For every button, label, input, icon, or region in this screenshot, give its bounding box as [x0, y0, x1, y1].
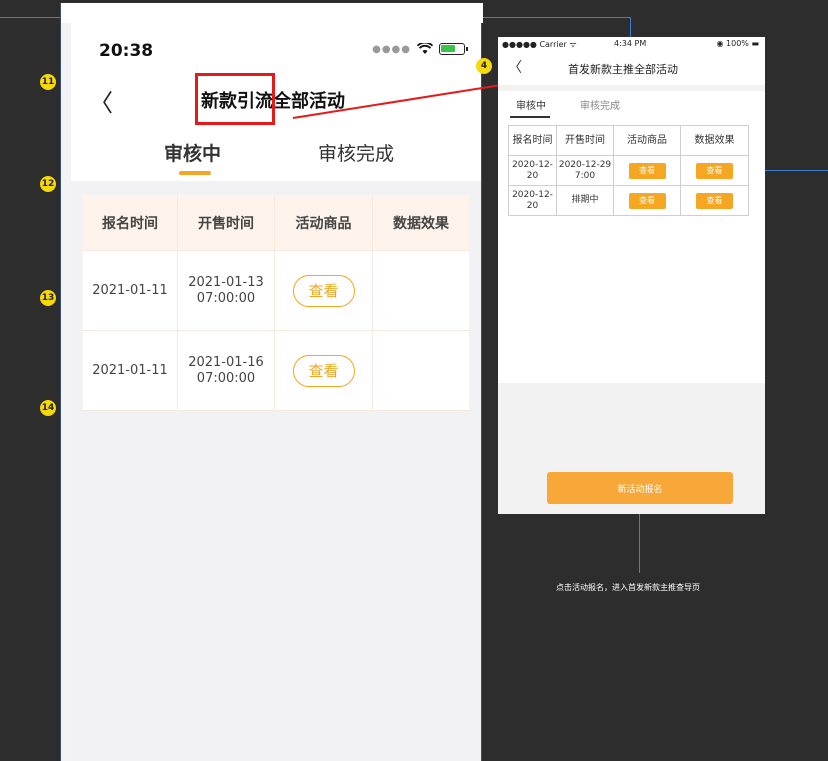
sale-date: 2021-01-16 [188, 354, 264, 370]
tab-bar: 审核中 审核完成 [71, 135, 481, 175]
annotation-marker-clipped: 4 [476, 58, 492, 74]
activity-goods-cell: 查看 [613, 185, 681, 216]
header-sale-time: 开售时间 [178, 195, 275, 250]
right-nav-bar: 〈 首发新款主推全部活动 [498, 51, 765, 85]
table-row: 2021-01-11 2021-01-13 07:00:00 查看 [83, 251, 469, 331]
header-signup-time: 报名时间 [83, 195, 178, 250]
sale-clock: 07:00:00 [196, 290, 256, 306]
table-row: 2020-12- 20 排期中 查看 查看 [508, 185, 749, 216]
battery-icon [439, 43, 468, 55]
table-header-row: 报名时间 开售时间 活动商品 数据效果 [83, 195, 469, 251]
tab-indicator [510, 116, 550, 118]
signal-icon: ●●●● [372, 43, 411, 55]
header-data-effect: 数据效果 [393, 215, 449, 232]
tab-under-review[interactable]: 审核中 [516, 97, 546, 112]
tab-review-complete[interactable]: 审核完成 [580, 97, 620, 112]
back-icon[interactable]: 〈 [508, 57, 522, 77]
view-goods-button[interactable]: 查看 [292, 274, 355, 307]
page-title: 首发新款主推全部活动 [568, 63, 678, 76]
view-effect-button[interactable]: 查看 [696, 192, 733, 209]
tab-review-complete[interactable]: 审核完成 [318, 139, 394, 166]
tab-under-review[interactable]: 审核中 [164, 139, 221, 166]
right-phone-mockup: ●●●●● Carrier ᯤ 4:34 PM ◉ 100% ▬ 〈 首发新款主… [498, 37, 765, 514]
status-time: 20:38 [99, 41, 154, 61]
highlight-box-left [195, 73, 275, 125]
header-activity-goods: 活动商品 [613, 125, 681, 156]
view-effect-button[interactable]: 查看 [696, 162, 733, 179]
view-goods-button[interactable]: 查看 [628, 192, 666, 209]
view-goods-button[interactable]: 查看 [628, 162, 666, 179]
header-signup-time: 报名时间 [508, 125, 557, 156]
connector-line-down [630, 17, 631, 37]
annotation-marker-14: 14 [40, 400, 56, 416]
activity-goods-cell: 查看 [275, 331, 373, 410]
annotation-marker-13: 13 [40, 290, 56, 306]
activity-goods-cell: 查看 [275, 251, 373, 330]
signup-time-cell: 2021-01-11 [83, 251, 178, 330]
status-clock: 4:34 PM [614, 39, 647, 48]
signup-time-cell: 2020-12- 20 [508, 185, 557, 216]
sale-time-cell: 2021-01-13 07:00:00 [178, 251, 275, 330]
carrier-label: ●●●●● Carrier ᯤ [502, 40, 577, 49]
sale-clock: 07:00:00 [196, 370, 256, 386]
data-effect-cell: 查看 [680, 185, 749, 216]
header-activity-goods: 活动商品 [275, 195, 373, 250]
data-effect-cell: 查看 [680, 155, 749, 186]
table-row: 2020-12- 20 2020-12-29 7:00 查看 查看 [508, 155, 749, 186]
data-effect-cell [373, 331, 469, 410]
activity-table: 报名时间 开售时间 活动商品 数据效果 2020-12- 20 2020-12-2… [508, 125, 749, 216]
flow-annotation-note: 点击活动报名，进入首发新款主推查导页 [556, 583, 700, 592]
activity-goods-cell: 查看 [613, 155, 681, 186]
header-data-effect: 数据效果 [680, 125, 749, 156]
header-sale-time: 开售时间 [556, 125, 614, 156]
right-content: 报名时间 开售时间 活动商品 数据效果 2020-12- 20 2020-12-2… [498, 119, 765, 383]
signup-time-cell: 2021-01-11 [83, 331, 178, 410]
sale-time-cell: 2021-01-16 07:00:00 [178, 331, 275, 410]
left-header: 20:38 ●●●● 〈 新款引流全部活动 审核中 审核完成 [71, 23, 481, 181]
data-effect-cell [373, 251, 469, 330]
right-tab-bar: 审核中 审核完成 [498, 91, 765, 119]
table-header-row: 报名时间 开售时间 活动商品 数据效果 [508, 125, 749, 156]
view-goods-button[interactable]: 查看 [292, 354, 355, 387]
tab-indicator [179, 171, 211, 175]
table-row: 2021-01-11 2021-01-16 07:00:00 查看 [83, 331, 469, 411]
battery-icon: ◉ 100% ▬ [716, 39, 760, 48]
left-phone-screen: 20:38 ●●●● 〈 新款引流全部活动 审核中 审核完成 报名时间 开售时间… [71, 23, 481, 761]
wifi-icon [417, 43, 433, 54]
signup-time-cell: 2020-12- 20 [508, 155, 557, 186]
sale-date: 2021-01-13 [188, 274, 264, 290]
status-icons: ●●●● [372, 43, 468, 55]
right-status-bar: ●●●●● Carrier ᯤ 4:34 PM ◉ 100% ▬ [498, 37, 765, 51]
annotation-marker-11: 11 [40, 74, 56, 90]
activity-table: 报名时间 开售时间 活动商品 数据效果 2021-01-11 2021-01-1… [83, 195, 469, 411]
annotation-marker-12: 12 [40, 176, 56, 192]
sale-time-cell: 排期中 [556, 185, 614, 216]
new-activity-signup-button[interactable]: 新活动报名 [547, 472, 733, 504]
back-icon[interactable]: 〈 [89, 83, 113, 118]
sale-time-cell: 2020-12-29 7:00 [556, 155, 614, 186]
